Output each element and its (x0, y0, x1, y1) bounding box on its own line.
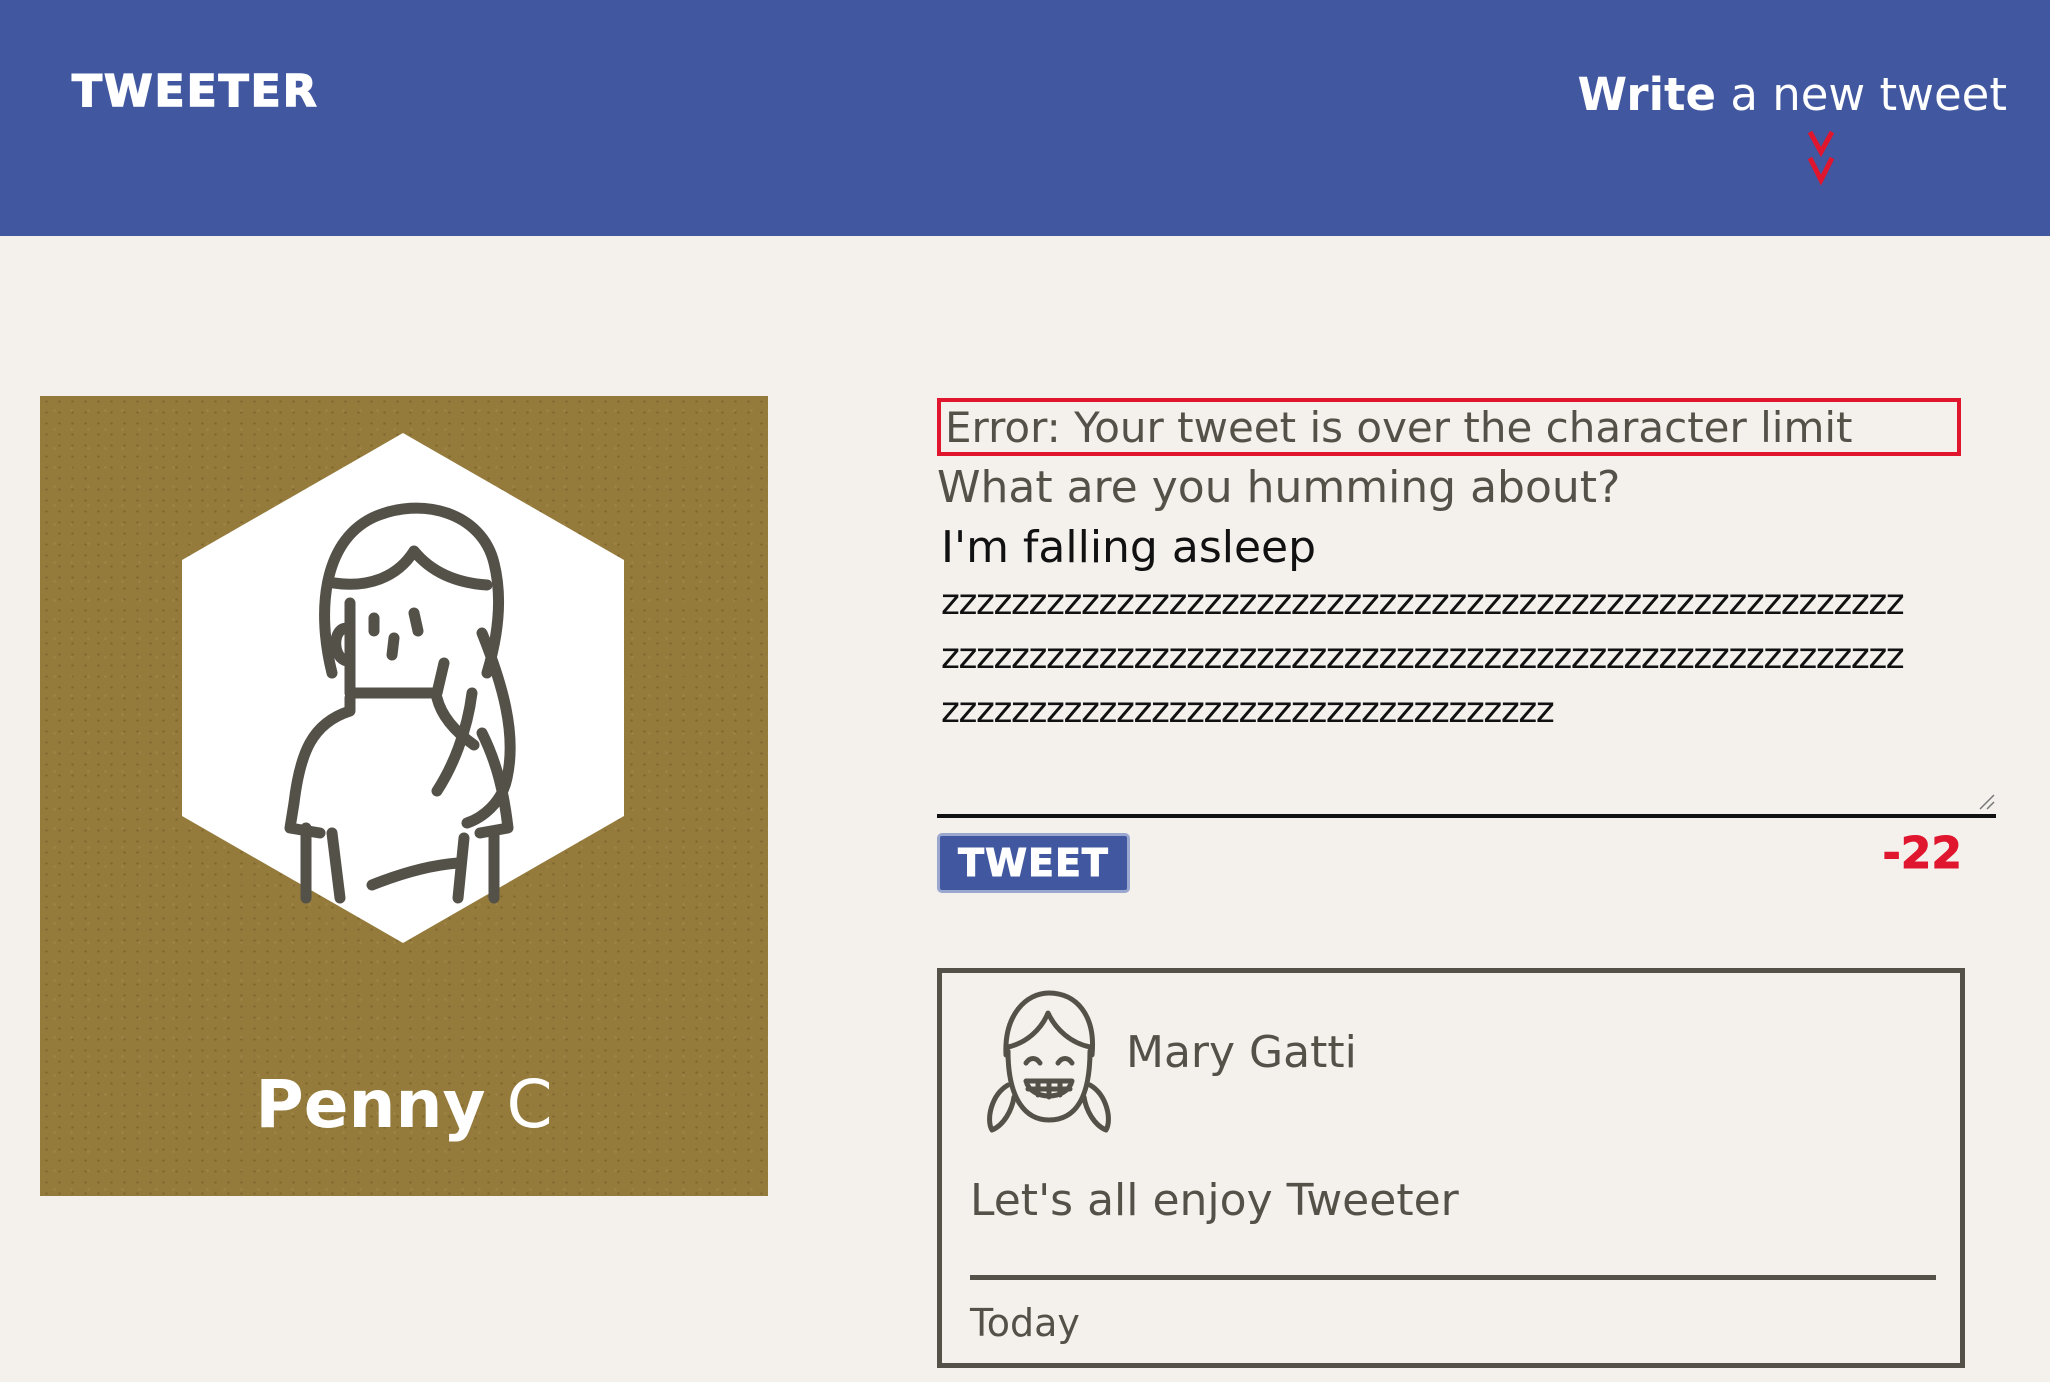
write-new-tweet-link[interactable]: Write a new tweet (1578, 68, 2007, 121)
tweet-text-line: I'm falling asleep (941, 522, 1317, 573)
girl-pigtails-avatar-icon (987, 990, 1111, 1133)
tweet-text-line: zzzzzzzzzzzzzzzzzzzzzzzzzzzzzzzzzzzzzzzz… (941, 582, 1905, 623)
double-chevron-down-icon[interactable] (1806, 128, 1836, 188)
tweet-author-name: Mary Gatti (1126, 1027, 1357, 1078)
tweet-submit-button[interactable]: TWEET (937, 833, 1130, 893)
write-label: Write (1577, 68, 1717, 121)
resize-handle-icon[interactable] (1978, 793, 1996, 811)
character-counter: -22 (1882, 828, 1962, 880)
profile-card: Penny C (40, 396, 768, 1196)
woman-avatar-icon (182, 433, 624, 943)
profile-first-name: Penny (255, 1066, 486, 1143)
tweet-prompt-label: What are you humming about? (937, 462, 1621, 513)
tweet-card: Mary Gatti Let's all enjoy Tweeter Today (937, 968, 1965, 1368)
tweet-text-line: zzzzzzzzzzzzzzzzzzzzzzzzzzzzzzzzzzz (941, 690, 1555, 731)
tweet-text-line: zzzzzzzzzzzzzzzzzzzzzzzzzzzzzzzzzzzzzzzz… (941, 636, 1905, 677)
tweet-divider (970, 1275, 1936, 1280)
site-logo[interactable]: TWEETER (71, 65, 319, 118)
new-tweet-label: a new tweet (1716, 68, 2007, 121)
profile-name: Penny C (40, 1066, 768, 1143)
tweet-timestamp: Today (970, 1301, 1080, 1345)
tweet-content: Let's all enjoy Tweeter (970, 1175, 1459, 1226)
error-message: Error: Your tweet is over the character … (937, 398, 1961, 456)
top-nav: TWEETER Write a new tweet (0, 0, 2050, 236)
tweet-textarea[interactable]: I'm falling asleep zzzzzzzzzzzzzzzzzzzzz… (937, 520, 1996, 818)
profile-last-name: C (485, 1066, 553, 1143)
